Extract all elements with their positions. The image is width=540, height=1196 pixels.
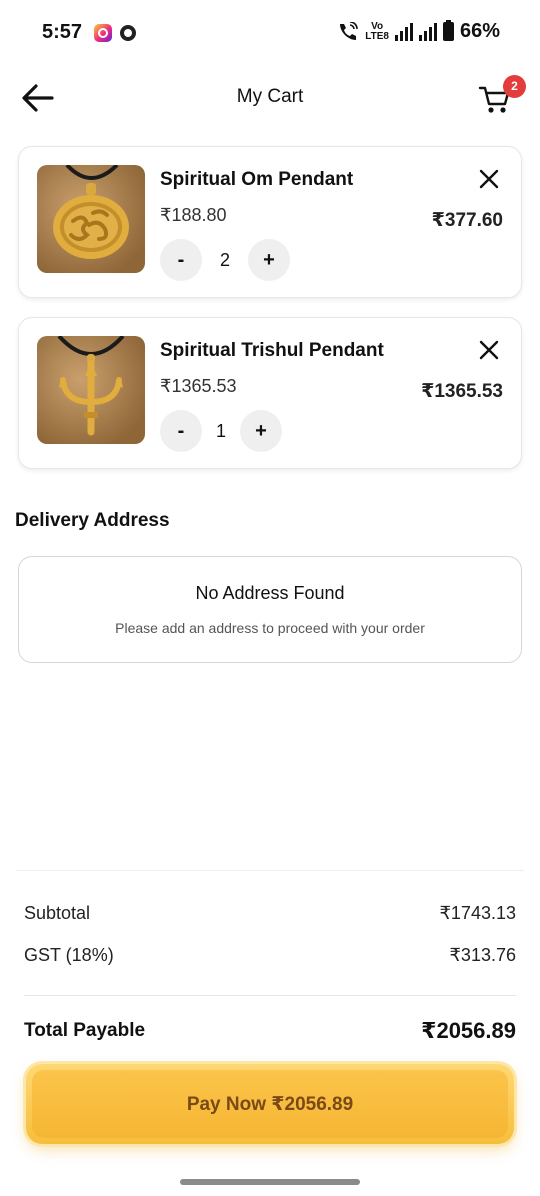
gst-label: GST (18%) — [24, 945, 114, 965]
close-icon — [479, 340, 499, 360]
total-label: Total Payable — [24, 1020, 146, 1041]
total-value: ₹2056.89 — [421, 1018, 516, 1043]
quantity-stepper: - 1 + — [160, 410, 282, 452]
divider — [24, 995, 516, 996]
product-name[interactable]: Spiritual Trishul Pendant — [160, 340, 384, 362]
quantity-value: 2 — [219, 249, 230, 270]
remove-item-button[interactable] — [477, 338, 501, 362]
item-total: ₹1365.53 — [421, 381, 503, 402]
unit-price: ₹1365.53 — [160, 376, 237, 396]
no-address-title: No Address Found — [195, 583, 345, 603]
remove-item-button[interactable] — [477, 167, 501, 191]
om-pendant-illustration — [53, 165, 129, 259]
battery-icon — [442, 20, 454, 41]
pay-now-label: Pay Now ₹2056.89 — [186, 1093, 354, 1115]
subtotal-value: ₹1743.13 — [439, 903, 516, 923]
header: My Cart 2 — [0, 66, 540, 130]
trishul-pendant-illustration — [57, 336, 125, 436]
signal-icon — [394, 22, 413, 41]
network-type: Vo LTE8 — [365, 20, 389, 42]
status-right-group: Vo LTE8 66% — [337, 20, 500, 43]
lte-label: LTE8 — [365, 30, 389, 42]
volte-label: Vo — [371, 20, 384, 32]
address-card[interactable]: No Address Found Please add an address t… — [18, 556, 522, 663]
cart-item: Spiritual Trishul Pendant ₹1365.53 ₹1365… — [18, 317, 522, 469]
delivery-address-heading: Delivery Address — [15, 510, 170, 531]
chrome-icon — [120, 25, 136, 41]
cart-item: Spiritual Om Pendant ₹188.80 ₹377.60 - 2… — [18, 146, 522, 298]
status-bar: 5:57 Vo LTE8 66% — [0, 0, 540, 66]
no-address-hint: Please add an address to proceed with yo… — [115, 620, 425, 636]
status-time: 5:57 — [42, 21, 83, 43]
unit-price: ₹188.80 — [160, 205, 227, 225]
increase-quantity-button[interactable]: + — [248, 239, 290, 281]
quantity-stepper: - 2 + — [160, 239, 290, 281]
product-image-om-pendant[interactable] — [37, 165, 145, 273]
page-title: My Cart — [236, 86, 304, 107]
wifi-calling-icon — [340, 21, 359, 40]
decrease-quantity-button[interactable]: - — [160, 239, 202, 281]
close-icon — [479, 169, 499, 189]
signal-icon — [418, 22, 437, 41]
instagram-icon — [94, 24, 112, 42]
divider — [16, 870, 524, 871]
subtotal-label: Subtotal — [24, 903, 91, 923]
cart-count-badge: 2 — [503, 75, 526, 98]
pay-now-button[interactable]: Pay Now ₹2056.89 — [26, 1064, 514, 1144]
quantity-value: 1 — [215, 420, 226, 441]
total-row: Total Payable ₹2056.89 — [24, 1018, 516, 1044]
subtotal-row: Subtotal ₹1743.13 — [24, 903, 516, 924]
item-total: ₹377.60 — [431, 210, 503, 231]
battery-percent: 66% — [459, 20, 500, 42]
product-image-trishul-pendant[interactable] — [37, 336, 145, 444]
product-name[interactable]: Spiritual Om Pendant — [160, 169, 353, 191]
decrease-quantity-button[interactable]: - — [160, 410, 202, 452]
gst-value: ₹313.76 — [449, 945, 516, 965]
home-indicator[interactable] — [180, 1179, 360, 1185]
increase-quantity-button[interactable]: + — [240, 410, 282, 452]
gst-row: GST (18%) ₹313.76 — [24, 945, 516, 966]
